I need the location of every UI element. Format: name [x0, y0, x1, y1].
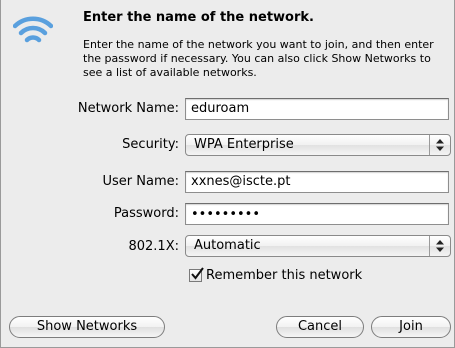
password-label: Password:	[113, 206, 179, 221]
cancel-button[interactable]: Cancel	[276, 316, 364, 338]
network-name-label: Network Name:	[77, 101, 179, 116]
dialog-heading: Enter the name of the network.	[83, 10, 314, 25]
password-field[interactable]	[185, 203, 449, 225]
security-label: Security:	[122, 137, 179, 152]
security-popup[interactable]: WPA Enterprise	[185, 134, 451, 156]
eap-popup[interactable]: Automatic	[185, 235, 451, 257]
user-name-field[interactable]: xxnes@iscte.pt	[185, 171, 449, 193]
join-button[interactable]: Join	[371, 316, 451, 338]
remember-network-option[interactable]: Remember this network	[189, 267, 363, 283]
join-network-dialog: Enter the name of the network. Enter the…	[0, 0, 455, 348]
remember-label: Remember this network	[206, 268, 363, 283]
security-popup-value: WPA Enterprise	[194, 137, 294, 152]
eap-popup-value: Automatic	[194, 238, 261, 253]
remember-checkbox[interactable]	[189, 267, 204, 282]
dialog-description: Enter the name of the network you want t…	[83, 38, 434, 79]
network-name-field[interactable]: eduroam	[185, 98, 449, 120]
wifi-icon	[13, 16, 53, 43]
user-name-label: User Name:	[102, 174, 180, 189]
checkmark-icon	[191, 267, 204, 280]
up-down-arrows-icon	[429, 135, 450, 155]
eap-label: 802.1X:	[128, 239, 179, 254]
show-networks-button[interactable]: Show Networks	[9, 316, 165, 338]
up-down-arrows-icon	[429, 236, 450, 256]
